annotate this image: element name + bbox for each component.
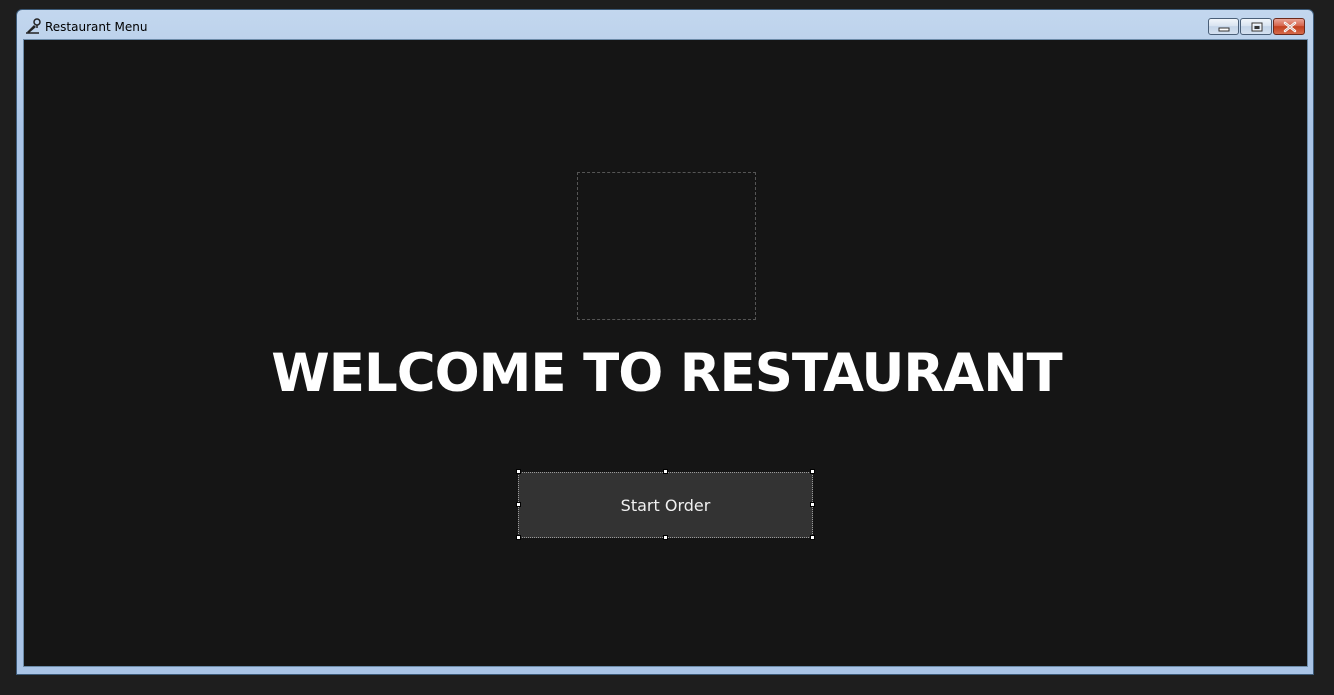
resize-handle-bottom[interactable] [663, 535, 668, 540]
restore-icon [1251, 22, 1263, 32]
close-icon [1283, 21, 1297, 33]
welcome-heading: WELCOME TO RESTAURANT [271, 343, 1062, 404]
restore-button[interactable] [1240, 18, 1272, 35]
window-title: Restaurant Menu [45, 20, 148, 34]
form-client-area: WELCOME TO RESTAURANT Start Order [23, 39, 1308, 667]
close-button[interactable] [1273, 18, 1305, 35]
app-window: Restaurant Menu WELCOME TO RESTAURANT St… [16, 9, 1314, 675]
resize-handle-top-right[interactable] [810, 469, 815, 474]
minimize-icon [1218, 27, 1230, 32]
designer-icon [25, 18, 41, 34]
caption-buttons [1207, 18, 1305, 36]
desktop: Restaurant Menu WELCOME TO RESTAURANT St… [0, 0, 1334, 695]
resize-handle-left[interactable] [516, 502, 521, 507]
start-order-label: Start Order [620, 495, 711, 515]
resize-handle-right[interactable] [810, 502, 815, 507]
minimize-button[interactable] [1208, 18, 1239, 35]
start-order-button[interactable]: Start Order [518, 472, 813, 538]
title-bar[interactable]: Restaurant Menu [17, 10, 1313, 40]
resize-handle-bottom-right[interactable] [810, 535, 815, 540]
picture-box[interactable] [577, 172, 756, 320]
resize-handle-top[interactable] [663, 469, 668, 474]
resize-handle-top-left[interactable] [516, 469, 521, 474]
resize-handle-bottom-left[interactable] [516, 535, 521, 540]
